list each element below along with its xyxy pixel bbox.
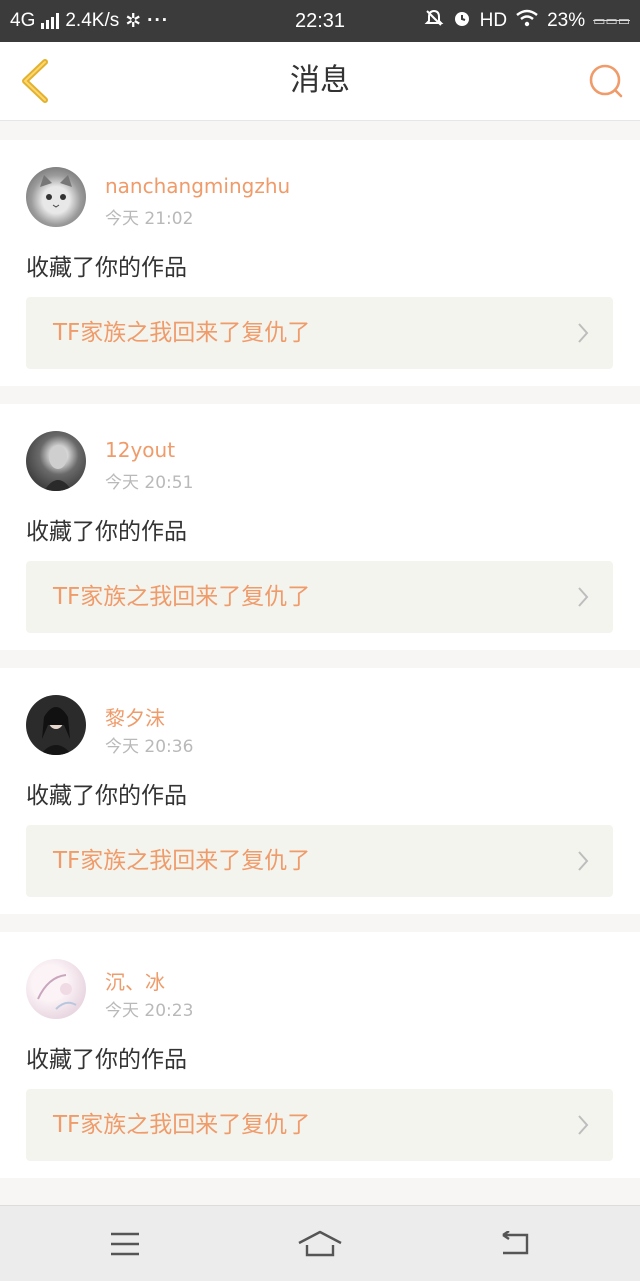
page-title: 消息 [290, 63, 350, 98]
avatar[interactable] [26, 959, 86, 1019]
battery-icon: ▭▭▭ [593, 13, 630, 28]
message-time: 今天 20:51 [105, 473, 194, 493]
action-text: 收藏了你的作品 [26, 1047, 187, 1073]
user-name[interactable]: 沉、冰 [105, 966, 165, 995]
back-icon [502, 1231, 529, 1255]
message-card[interactable]: nanchangmingzhu 今天 21:02 收藏了你的作品 TF家族之我回… [0, 140, 640, 386]
search-icon [589, 64, 623, 98]
battery-level: 23% [547, 10, 586, 31]
status-bar: 4G 2.4K/s ✲ ··· 22:31 HD 23% ▭▭▭ [0, 0, 640, 42]
action-text: 收藏了你的作品 [26, 255, 187, 281]
action-text: 收藏了你的作品 [26, 519, 187, 545]
chevron-right-icon [578, 851, 589, 871]
message-time: 今天 20:23 [105, 1001, 194, 1021]
message-list: nanchangmingzhu 今天 21:02 收藏了你的作品 TF家族之我回… [0, 140, 640, 1196]
avatar[interactable] [26, 695, 86, 755]
home-button[interactable] [290, 1224, 350, 1264]
system-nav-bar [0, 1205, 640, 1281]
work-title: TF家族之我回来了复仇了 [53, 584, 311, 610]
work-title: TF家族之我回来了复仇了 [53, 848, 311, 874]
menu-button[interactable] [95, 1224, 155, 1264]
hd-label: HD [479, 10, 508, 31]
chevron-right-icon [578, 587, 589, 607]
user-name[interactable]: nanchangmingzhu [105, 174, 290, 198]
message-time: 今天 20:36 [105, 737, 194, 757]
work-link[interactable]: TF家族之我回来了复仇了 [26, 297, 613, 369]
message-card[interactable]: 黎夕沫 今天 20:36 收藏了你的作品 TF家族之我回来了复仇了 [0, 668, 640, 914]
avatar[interactable] [26, 431, 86, 491]
work-title: TF家族之我回来了复仇了 [53, 320, 311, 346]
mute-bell-icon [424, 8, 444, 34]
user-name[interactable]: 黎夕沫 [105, 702, 165, 731]
user-name[interactable]: 12yout [105, 438, 175, 462]
chevron-right-icon [578, 1115, 589, 1135]
work-link[interactable]: TF家族之我回来了复仇了 [26, 825, 613, 897]
message-card[interactable]: 沉、冰 今天 20:23 收藏了你的作品 TF家族之我回来了复仇了 [0, 932, 640, 1178]
action-text: 收藏了你的作品 [26, 783, 187, 809]
menu-icon [111, 1232, 139, 1256]
search-button[interactable] [586, 60, 626, 102]
status-right: HD 23% ▭▭▭ [424, 0, 630, 42]
alarm-icon [452, 8, 472, 34]
home-icon [298, 1230, 342, 1257]
wifi-icon [515, 9, 539, 33]
work-title: TF家族之我回来了复仇了 [53, 1112, 311, 1138]
chevron-right-icon [578, 323, 589, 343]
header-bar: 消息 [0, 42, 640, 121]
work-link[interactable]: TF家族之我回来了复仇了 [26, 1089, 613, 1161]
back-nav-button[interactable] [485, 1224, 545, 1264]
work-link[interactable]: TF家族之我回来了复仇了 [26, 561, 613, 633]
avatar[interactable] [26, 167, 86, 227]
message-time: 今天 21:02 [105, 209, 194, 229]
message-card[interactable]: 12yout 今天 20:51 收藏了你的作品 TF家族之我回来了复仇了 [0, 404, 640, 650]
